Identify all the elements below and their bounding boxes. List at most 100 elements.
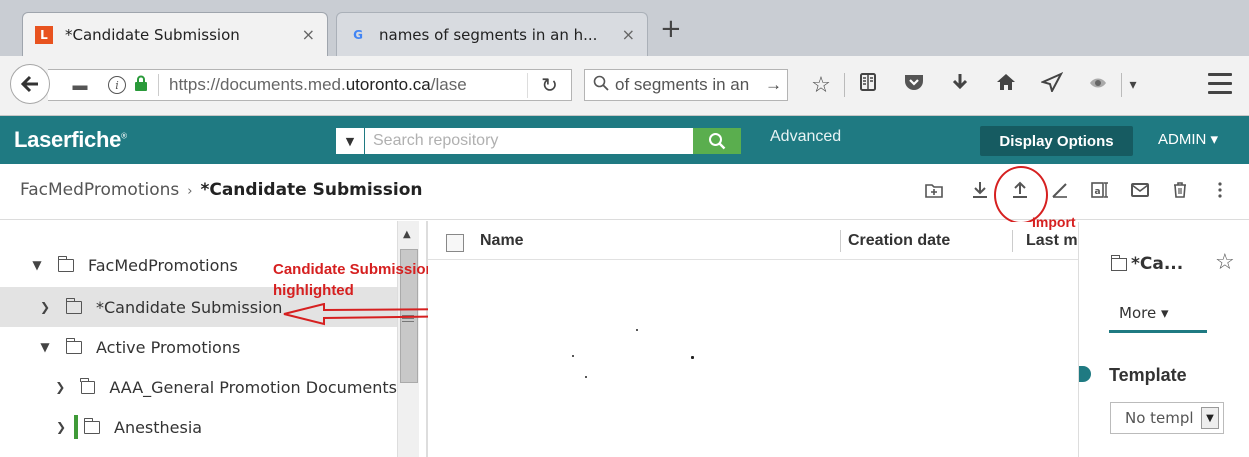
email-icon[interactable] [1128, 178, 1152, 202]
template-heading: Template [1109, 365, 1187, 385]
folder-tree: ▼ FacMedPromotions ❯ *Candidate Submissi… [0, 221, 397, 457]
site-info-icon[interactable]: i [108, 76, 126, 94]
url-prefix: https://documents.med. [169, 75, 346, 94]
folder-icon [65, 297, 82, 314]
more-tab[interactable]: More ▾ [1119, 304, 1168, 322]
search-scope-dropdown[interactable]: ▼ [336, 128, 364, 154]
lock-icon[interactable] [134, 75, 148, 95]
column-creation-date[interactable]: Creation date [848, 232, 950, 250]
browser-search-bar[interactable]: of segments in an → [584, 69, 788, 101]
tree-item-label: AAA_General Promotion Documents [109, 377, 397, 397]
tree-item-label: Anesthesia [114, 417, 203, 437]
search-text: of segments in an [615, 75, 750, 94]
folder-icon [80, 377, 96, 394]
browser-toolbar-icons: ☆ ▾ [798, 69, 1144, 101]
logo-text: Laserfiche [14, 127, 122, 152]
url-domain: utoronto.ca [345, 75, 431, 94]
chevron-right-icon[interactable]: ❯ [36, 300, 54, 314]
send-tab-icon[interactable] [1029, 71, 1075, 98]
file-list-header: Name Creation date Last m [428, 222, 1078, 260]
select-all-checkbox[interactable] [446, 234, 464, 252]
close-tab-icon[interactable]: × [294, 25, 315, 44]
laserfiche-favicon: L [35, 25, 53, 44]
template-select-value: No templ [1125, 409, 1194, 427]
browser-tab-google-search[interactable]: G names of segments in an h... × [336, 12, 648, 56]
browser-tab-candidate-submission[interactable]: L *Candidate Submission × [22, 12, 328, 56]
tree-scrollbar[interactable]: ▲ [397, 221, 419, 457]
tab-title: *Candidate Submission [65, 25, 240, 44]
page-box-icon[interactable]: ▬ [68, 75, 92, 95]
sign-icon[interactable] [1048, 178, 1072, 202]
delete-icon[interactable] [1168, 178, 1192, 202]
repository-search-input[interactable] [365, 128, 693, 154]
tree-item-aaa-general-promotion-documents[interactable]: ❯ AAA_General Promotion Documents [0, 367, 397, 407]
tree-item-active-promotions[interactable]: ▼ Active Promotions [0, 327, 397, 367]
tree-item-anesthesia[interactable]: ❯ Anesthesia [0, 407, 397, 447]
display-options-button[interactable]: Display Options [980, 126, 1133, 156]
hamburger-menu-icon[interactable] [1208, 73, 1232, 95]
chevron-right-icon[interactable]: ❯ [52, 420, 70, 434]
file-list-body[interactable] [428, 261, 1078, 457]
column-name[interactable]: Name [480, 232, 524, 250]
bookmark-star-icon[interactable]: ☆ [798, 73, 844, 98]
status-indicator-bar [74, 415, 78, 439]
svg-text:a: a [1095, 187, 1101, 197]
chevron-down-icon[interactable]: ▼ [1201, 407, 1219, 429]
stray-mark [636, 329, 638, 331]
laserfiche-logo[interactable]: Laserfiche® [14, 127, 127, 153]
more-actions-icon[interactable] [1208, 178, 1232, 202]
search-icon [709, 133, 726, 150]
address-separator [158, 74, 159, 96]
google-favicon: G [353, 27, 363, 42]
close-tab-icon[interactable]: × [614, 25, 635, 44]
stray-mark [585, 376, 587, 378]
stray-mark [691, 356, 694, 359]
section-indicator [1079, 366, 1091, 382]
scroll-up-icon[interactable]: ▲ [403, 229, 411, 240]
reader-view-icon[interactable] [845, 72, 891, 98]
back-button[interactable] [10, 64, 50, 104]
breadcrumb-root[interactable]: FacMedPromotions [20, 180, 179, 200]
extension-icon[interactable] [1075, 73, 1121, 98]
column-last-modified[interactable]: Last m [1026, 232, 1078, 250]
url-text[interactable]: https://documents.med.utoronto.ca/lase [169, 75, 527, 95]
overflow-icon[interactable]: ▾ [1122, 77, 1144, 93]
breadcrumb-separator: › [187, 184, 193, 199]
entry-name: *Ca... [1110, 254, 1184, 274]
downloads-icon[interactable] [937, 72, 983, 98]
search-go-arrow-icon[interactable]: → [765, 75, 787, 95]
folder-icon [57, 255, 74, 272]
user-menu[interactable]: ADMIN ▾ [1158, 130, 1218, 148]
column-divider[interactable] [840, 230, 841, 252]
import-annotation-label: Import [1032, 214, 1076, 230]
url-suffix: /lase [430, 75, 467, 94]
favorite-star-icon[interactable]: ☆ [1215, 250, 1235, 275]
breadcrumb: FacMedPromotions › *Candidate Submission [20, 180, 423, 200]
advanced-search-link[interactable]: Advanced [770, 128, 841, 146]
chevron-right-icon[interactable]: ❯ [52, 380, 69, 394]
chevron-down-icon[interactable]: ▼ [36, 340, 54, 354]
address-bar[interactable]: ▬ i https://documents.med.utoronto.ca/la… [48, 69, 572, 101]
laserfiche-header: Laserfiche® ▼ Advanced Display Options A… [0, 116, 1249, 164]
folder-icon [1110, 254, 1127, 271]
breadcrumb-toolbar: FacMedPromotions › *Candidate Submission a [0, 164, 1249, 220]
tree-item-label: Active Promotions [96, 337, 241, 357]
home-icon[interactable] [983, 72, 1029, 98]
breadcrumb-current: *Candidate Submission [200, 180, 423, 200]
repository-search-button[interactable] [693, 128, 741, 154]
browser-nav-bar: ▬ i https://documents.med.utoronto.ca/la… [0, 56, 1249, 116]
chevron-down-icon[interactable]: ▼ [28, 258, 46, 272]
new-folder-icon[interactable] [922, 178, 946, 202]
entry-name-text: *Ca... [1131, 254, 1184, 274]
download-icon[interactable] [968, 178, 992, 202]
reload-icon[interactable]: ↻ [527, 72, 571, 98]
template-select[interactable]: No templ ▼ [1110, 402, 1224, 434]
folder-icon [83, 417, 100, 434]
tab-title: names of segments in an h... [379, 25, 598, 44]
text-recognition-icon[interactable]: a [1088, 178, 1112, 202]
pocket-icon[interactable] [891, 72, 937, 98]
new-tab-button[interactable]: + [660, 14, 682, 44]
stray-mark [572, 355, 574, 357]
tree-item-label: FacMedPromotions [88, 255, 238, 275]
column-divider[interactable] [1012, 230, 1013, 252]
